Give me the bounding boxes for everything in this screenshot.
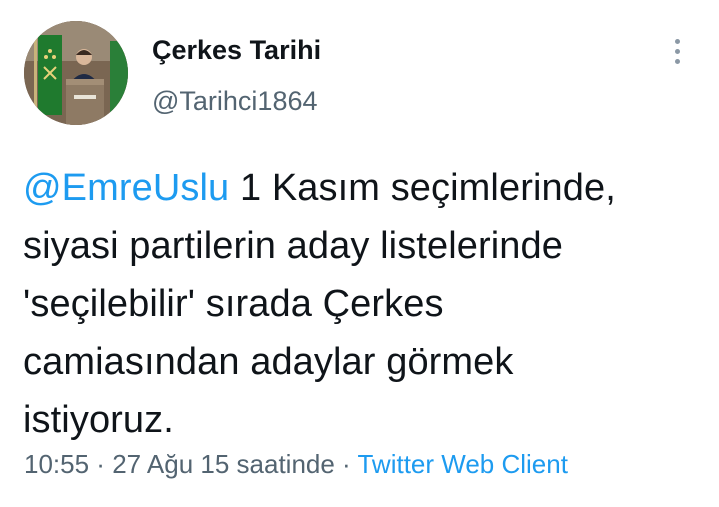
more-dot bbox=[674, 48, 680, 54]
tweet-meta: 10:55 · 27 Ağu 15 saatinde · Twitter Web… bbox=[24, 446, 568, 482]
tweet-text-line: camiasından adaylar görmek bbox=[23, 341, 514, 383]
more-dot bbox=[674, 38, 680, 44]
tweet-text-line: 1 Kasım seçimlerinde, bbox=[229, 167, 616, 209]
tweet-time[interactable]: 10:55 bbox=[24, 449, 89, 479]
more-dot bbox=[674, 58, 680, 64]
tweet-date[interactable]: 27 Ağu 15 saatinde bbox=[112, 449, 335, 479]
meta-separator: · bbox=[89, 449, 113, 479]
tweet-text-line: siyasi partilerin aday listelerinde bbox=[23, 225, 563, 267]
tweet-text: @EmreUslu 1 Kasım seçimlerinde, siyasi p… bbox=[23, 159, 703, 449]
tweet-text-line: istiyoruz. bbox=[23, 399, 174, 441]
mention-link[interactable]: @EmreUslu bbox=[23, 167, 229, 209]
more-vertical-icon[interactable] bbox=[662, 34, 692, 68]
avatar[interactable] bbox=[24, 21, 128, 125]
avatar-image bbox=[24, 21, 128, 125]
tweet-text-line: 'seçilebilir' sırada Çerkes bbox=[23, 283, 444, 325]
tweet-card: Çerkes Tarihi @Tarihci1864 @EmreUslu 1 K… bbox=[0, 0, 719, 507]
author-display-name[interactable]: Çerkes Tarihi bbox=[152, 33, 321, 67]
tweet-source-link[interactable]: Twitter Web Client bbox=[357, 449, 567, 479]
author-handle[interactable]: @Tarihci1864 bbox=[152, 84, 318, 118]
meta-separator: · bbox=[334, 449, 358, 479]
